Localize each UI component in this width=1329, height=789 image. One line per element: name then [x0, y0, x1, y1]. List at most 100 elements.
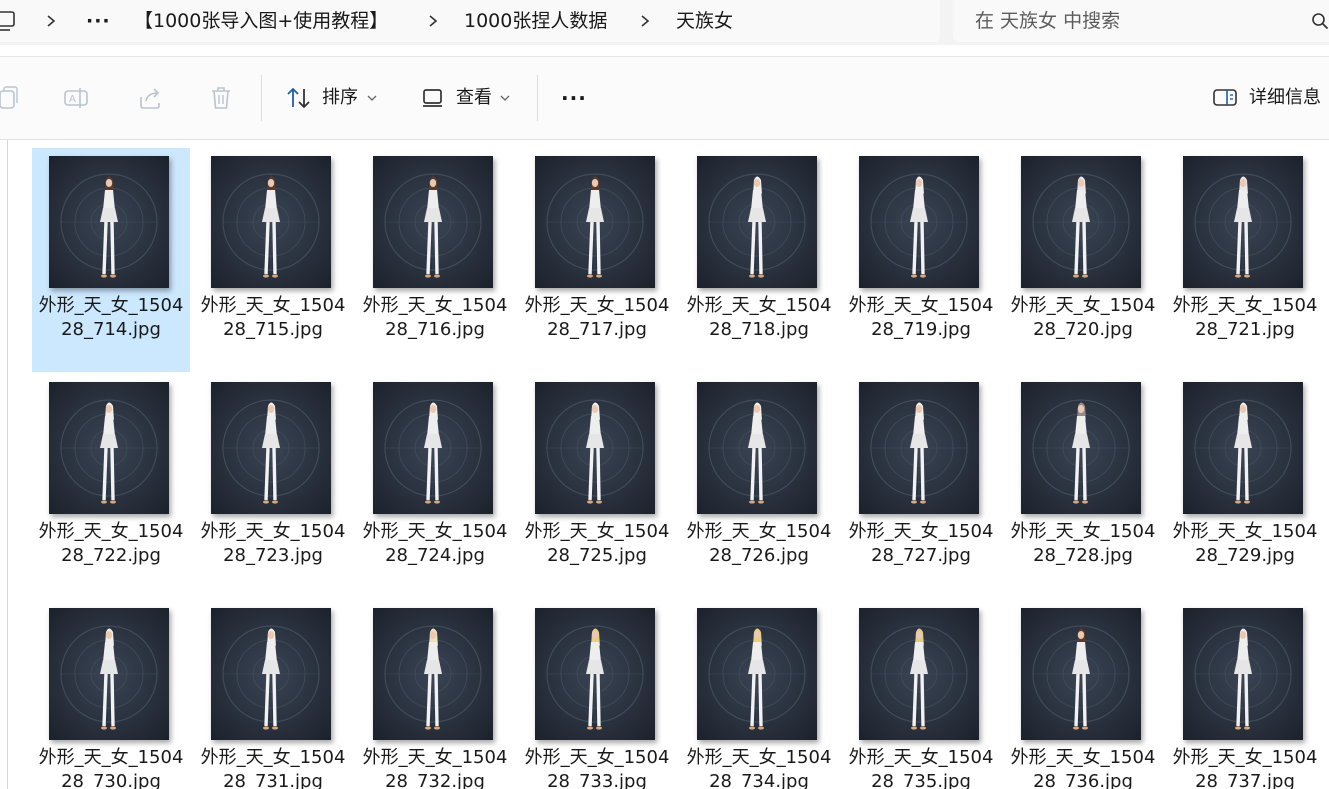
rename-icon[interactable]: A — [63, 85, 89, 111]
address-bar[interactable]: ··· 【1000张导入图+使用教程】 1000张捏人数据 天族女 — [0, 0, 940, 42]
file-thumbnail[interactable] — [859, 382, 979, 514]
file-name[interactable]: 外形_天_女_150428_715.jpg — [200, 294, 346, 342]
breadcrumb-overflow[interactable]: ··· — [86, 0, 111, 42]
file-item[interactable]: 外形_天_女_150428_724.jpg — [356, 374, 514, 598]
file-thumbnail[interactable] — [1021, 382, 1141, 514]
file-name[interactable]: 外形_天_女_150428_725.jpg — [524, 520, 670, 568]
file-thumbnail[interactable] — [1183, 608, 1303, 740]
file-thumbnail[interactable] — [1021, 156, 1141, 288]
file-item[interactable]: 外形_天_女_150428_722.jpg — [32, 374, 190, 598]
file-name[interactable]: 外形_天_女_150428_731.jpg — [200, 746, 346, 789]
file-item[interactable]: 外形_天_女_150428_727.jpg — [842, 374, 1000, 598]
this-pc-icon[interactable] — [0, 10, 16, 32]
file-thumbnail[interactable] — [535, 156, 655, 288]
file-item[interactable]: 外形_天_女_150428_725.jpg — [518, 374, 676, 598]
file-item[interactable]: 外形_天_女_150428_732.jpg — [356, 600, 514, 789]
file-thumbnail[interactable] — [697, 156, 817, 288]
file-name[interactable]: 外形_天_女_150428_733.jpg — [524, 746, 670, 789]
thumbnail-image — [1183, 156, 1303, 288]
file-thumbnail[interactable] — [373, 156, 493, 288]
file-item[interactable]: 外形_天_女_150428_721.jpg — [1166, 148, 1324, 372]
file-name[interactable]: 外形_天_女_150428_724.jpg — [362, 520, 508, 568]
file-item[interactable]: 外形_天_女_150428_717.jpg — [518, 148, 676, 372]
thumbnail-image — [1183, 382, 1303, 514]
file-thumbnail[interactable] — [211, 156, 331, 288]
file-name[interactable]: 外形_天_女_150428_737.jpg — [1172, 746, 1318, 789]
file-thumbnail[interactable] — [859, 156, 979, 288]
file-thumbnail[interactable] — [49, 608, 169, 740]
file-name[interactable]: 外形_天_女_150428_719.jpg — [848, 294, 994, 342]
file-item[interactable]: 外形_天_女_150428_714.jpg — [32, 148, 190, 372]
thumbnail-image — [859, 156, 979, 288]
chevron-right-icon[interactable] — [44, 13, 58, 29]
file-name[interactable]: 外形_天_女_150428_723.jpg — [200, 520, 346, 568]
file-name[interactable]: 外形_天_女_150428_721.jpg — [1172, 294, 1318, 342]
share-icon[interactable] — [137, 85, 163, 111]
file-item[interactable]: 外形_天_女_150428_735.jpg — [842, 600, 1000, 789]
file-name[interactable]: 外形_天_女_150428_730.jpg — [38, 746, 184, 789]
file-thumbnail[interactable] — [373, 608, 493, 740]
file-name[interactable]: 外形_天_女_150428_736.jpg — [1010, 746, 1156, 789]
file-item[interactable]: 外形_天_女_150428_726.jpg — [680, 374, 838, 598]
file-name[interactable]: 外形_天_女_150428_735.jpg — [848, 746, 994, 789]
thumbnail-image — [373, 156, 493, 288]
search-input[interactable] — [975, 0, 1295, 42]
breadcrumb-item-current[interactable]: 天族女 — [676, 0, 733, 42]
file-item[interactable]: 外形_天_女_150428_728.jpg — [1004, 374, 1162, 598]
file-thumbnail[interactable] — [211, 382, 331, 514]
thumbnail-image — [697, 382, 817, 514]
file-item[interactable]: 外形_天_女_150428_723.jpg — [194, 374, 352, 598]
breadcrumb-item-data[interactable]: 1000张捏人数据 — [464, 0, 607, 42]
file-name[interactable]: 外形_天_女_150428_714.jpg — [38, 294, 184, 342]
file-item[interactable]: 外形_天_女_150428_720.jpg — [1004, 148, 1162, 372]
file-thumbnail[interactable] — [697, 608, 817, 740]
file-grid: 外形_天_女_150428_714.jpg 外形_天_女_150428_715.… — [32, 148, 1329, 789]
file-name[interactable]: 外形_天_女_150428_728.jpg — [1010, 520, 1156, 568]
file-name[interactable]: 外形_天_女_150428_726.jpg — [686, 520, 832, 568]
search-icon[interactable] — [1311, 12, 1329, 30]
file-name[interactable]: 外形_天_女_150428_727.jpg — [848, 520, 994, 568]
thumbnail-image — [535, 608, 655, 740]
file-thumbnail[interactable] — [211, 608, 331, 740]
file-item[interactable]: 外形_天_女_150428_736.jpg — [1004, 600, 1162, 789]
breadcrumb-item-tutorial[interactable]: 【1000张导入图+使用教程】 — [134, 0, 388, 42]
file-thumbnail[interactable] — [49, 156, 169, 288]
file-item[interactable]: 外形_天_女_150428_731.jpg — [194, 600, 352, 789]
chevron-right-icon[interactable] — [638, 13, 652, 29]
file-item[interactable]: 外形_天_女_150428_716.jpg — [356, 148, 514, 372]
file-thumbnail[interactable] — [1183, 382, 1303, 514]
delete-icon[interactable] — [208, 85, 234, 111]
file-item[interactable]: 外形_天_女_150428_730.jpg — [32, 600, 190, 789]
file-thumbnail[interactable] — [697, 382, 817, 514]
thumbnail-image — [49, 156, 169, 288]
file-name[interactable]: 外形_天_女_150428_722.jpg — [38, 520, 184, 568]
file-item[interactable]: 外形_天_女_150428_734.jpg — [680, 600, 838, 789]
thumbnail-image — [211, 156, 331, 288]
file-item[interactable]: 外形_天_女_150428_718.jpg — [680, 148, 838, 372]
file-item[interactable]: 外形_天_女_150428_733.jpg — [518, 600, 676, 789]
file-name[interactable]: 外形_天_女_150428_717.jpg — [524, 294, 670, 342]
file-item[interactable]: 外形_天_女_150428_715.jpg — [194, 148, 352, 372]
copy-icon[interactable] — [0, 85, 22, 111]
thumbnail-image — [49, 608, 169, 740]
file-name[interactable]: 外形_天_女_150428_734.jpg — [686, 746, 832, 789]
file-thumbnail[interactable] — [1183, 156, 1303, 288]
chevron-right-icon[interactable] — [426, 13, 440, 29]
file-name[interactable]: 外形_天_女_150428_716.jpg — [362, 294, 508, 342]
file-thumbnail[interactable] — [1021, 608, 1141, 740]
file-item[interactable]: 外形_天_女_150428_737.jpg — [1166, 600, 1324, 789]
thumbnail-image — [373, 608, 493, 740]
more-options-button[interactable]: ··· — [561, 57, 587, 139]
file-name[interactable]: 外形_天_女_150428_729.jpg — [1172, 520, 1318, 568]
file-name[interactable]: 外形_天_女_150428_720.jpg — [1010, 294, 1156, 342]
file-name[interactable]: 外形_天_女_150428_718.jpg — [686, 294, 832, 342]
file-name[interactable]: 外形_天_女_150428_732.jpg — [362, 746, 508, 789]
search-box[interactable] — [953, 0, 1329, 42]
file-thumbnail[interactable] — [373, 382, 493, 514]
file-thumbnail[interactable] — [535, 382, 655, 514]
file-item[interactable]: 外形_天_女_150428_729.jpg — [1166, 374, 1324, 598]
file-thumbnail[interactable] — [535, 608, 655, 740]
file-thumbnail[interactable] — [49, 382, 169, 514]
file-item[interactable]: 外形_天_女_150428_719.jpg — [842, 148, 1000, 372]
file-thumbnail[interactable] — [859, 608, 979, 740]
